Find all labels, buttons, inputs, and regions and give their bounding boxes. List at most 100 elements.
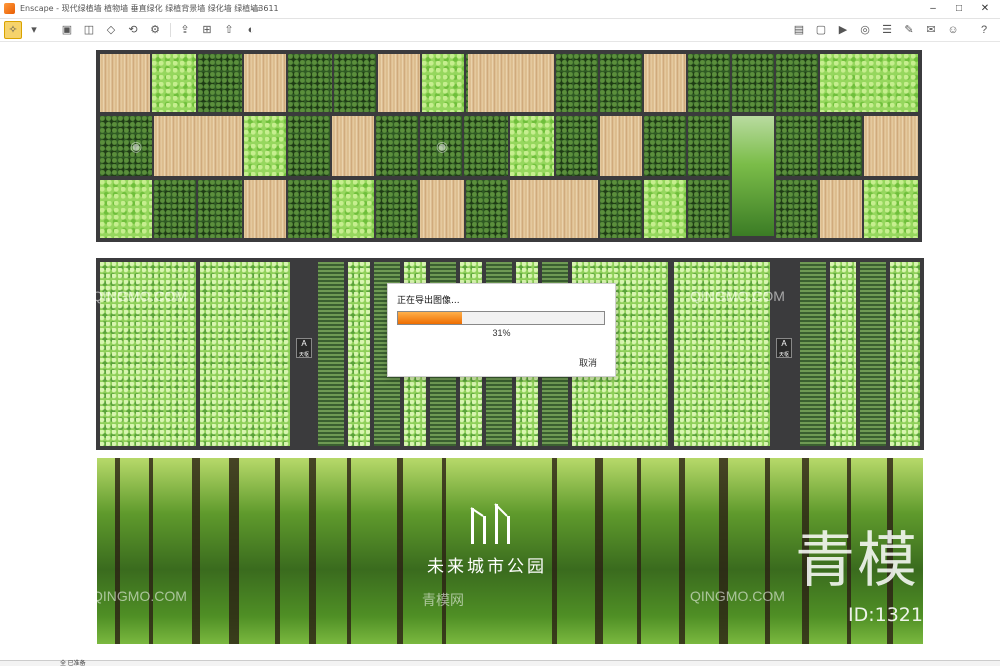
tree-trunk — [719, 458, 728, 644]
watermark-logo-icon: ◉ — [436, 138, 449, 154]
leaf-tile — [776, 116, 818, 176]
leaf-tile — [198, 180, 242, 238]
tree-trunk — [192, 458, 200, 644]
sync-icon[interactable]: ⟲ — [124, 21, 142, 39]
wood-tile — [864, 116, 918, 176]
wood-tile — [100, 54, 150, 112]
progress-fill — [398, 312, 462, 324]
grass-strip — [890, 262, 920, 446]
leaf-tile — [466, 180, 508, 238]
moss-tile — [644, 180, 686, 238]
progress-bar — [397, 311, 605, 325]
tree-trunk — [679, 458, 685, 644]
close-button[interactable]: ✕ — [972, 0, 998, 18]
window-title: Enscape - 现代绿植墙 植物墙 垂直绿化 绿植背景墙 绿化墙 绿植墙36… — [20, 4, 279, 13]
tree-trunk — [765, 458, 770, 644]
moss-tile — [244, 116, 286, 176]
watermark-big: 青模网 — [795, 526, 981, 596]
moss-tile — [332, 180, 374, 238]
tree-trunk — [149, 458, 153, 644]
grass-strip — [348, 262, 370, 446]
maximize-button[interactable]: □ — [946, 0, 972, 18]
collaboration-icon[interactable]: ✉ — [922, 21, 940, 39]
leaf-tile — [644, 116, 686, 176]
leaf-tile — [556, 116, 598, 176]
leaf-tile — [198, 54, 242, 112]
wood-tile — [600, 116, 642, 176]
minimize-button[interactable]: – — [920, 0, 946, 18]
tree-trunk — [552, 458, 557, 644]
tree-trunk — [637, 458, 641, 644]
signage-plate: A 天枢 — [296, 338, 312, 358]
leaf-tile — [154, 180, 196, 238]
leaf-tile — [600, 180, 642, 238]
modular-green-wall — [96, 50, 922, 242]
dialog-title: 正在导出图像... — [397, 296, 460, 306]
watermark-logo-icon: ◉ — [130, 138, 143, 154]
export-icon[interactable]: ⇪ — [176, 21, 194, 39]
leaf-tile — [600, 54, 642, 112]
leaf-tile — [288, 116, 330, 176]
feedback-icon[interactable]: ☺ — [944, 21, 962, 39]
image-icon[interactable]: ▢ — [812, 21, 830, 39]
signage-plate: A 天枢 — [776, 338, 792, 358]
tree-trunk — [115, 458, 120, 644]
panorama-icon[interactable]: ◐ — [242, 21, 260, 39]
tree-trunk — [275, 458, 280, 644]
tree-trunk — [397, 458, 403, 644]
vr-icon[interactable]: ◎ — [856, 21, 874, 39]
vine-tile — [732, 116, 774, 236]
wood-tile — [244, 54, 286, 112]
wood-tile — [378, 54, 420, 112]
tree-trunk — [442, 458, 446, 644]
leaf-tile — [556, 54, 598, 112]
toolbar-divider — [170, 23, 171, 37]
progress-percent: 31% — [492, 328, 511, 338]
screenshot-icon[interactable]: ▤ — [790, 21, 808, 39]
view-icon[interactable]: ▣ — [58, 21, 76, 39]
batch-icon[interactable]: ⊞ — [198, 21, 216, 39]
moss-tile — [100, 180, 152, 238]
leaf-tile — [732, 54, 774, 112]
leaf-tile — [288, 180, 330, 238]
visual-settings-icon[interactable]: ✎ — [900, 21, 918, 39]
help-icon[interactable]: ? — [975, 21, 993, 39]
moss-tile — [510, 116, 554, 176]
camera-icon[interactable]: ◫ — [80, 21, 98, 39]
watermark-id: ID:1321175 — [848, 604, 960, 626]
asset-icon[interactable]: ◇ — [102, 21, 120, 39]
moss-tile — [864, 180, 918, 238]
dropdown-chevron-icon[interactable]: ▾ — [25, 21, 43, 39]
leaf-tile — [100, 116, 152, 176]
title-bar: Enscape - 现代绿植墙 植物墙 垂直绿化 绿植背景墙 绿化墙 绿植墙36… — [0, 0, 1000, 19]
park-name: 未来城市公园 — [427, 557, 547, 577]
watermark-text: QINGMO.COM — [92, 288, 187, 304]
moss-tile — [820, 54, 918, 112]
enscape-app-icon — [4, 3, 15, 14]
wood-tile — [244, 180, 286, 238]
cancel-button[interactable]: 取消 — [579, 356, 597, 369]
watermark-text: QINGMO.COM — [690, 588, 785, 604]
sign-text: 天枢 — [778, 352, 789, 358]
mesh-strip — [800, 262, 826, 446]
tree-trunk — [595, 458, 603, 644]
wood-tile — [332, 116, 374, 176]
wood-tile — [644, 54, 686, 112]
wood-tile — [154, 116, 242, 176]
watermark-cn: 青模网 — [422, 592, 464, 608]
tree-trunk — [347, 458, 351, 644]
leaf-tile — [776, 180, 818, 238]
park-logo-icon — [470, 503, 510, 544]
leaf-tile — [820, 116, 862, 176]
upload-icon[interactable]: ⇧ — [220, 21, 238, 39]
wood-tile — [820, 180, 862, 238]
grass-panel — [200, 262, 290, 446]
presets-icon[interactable]: ☰ — [878, 21, 896, 39]
settings-icon[interactable]: ⚙ — [146, 21, 164, 39]
status-bar: 全 已准备 — [0, 660, 1000, 667]
video-icon[interactable]: ▶ — [834, 21, 852, 39]
leaf-tile — [688, 180, 730, 238]
quick-access-icon[interactable]: ▭ — [250, 2, 262, 14]
render-mode-icon[interactable]: ✧ — [4, 21, 22, 39]
sign-glyph: A — [781, 339, 787, 348]
